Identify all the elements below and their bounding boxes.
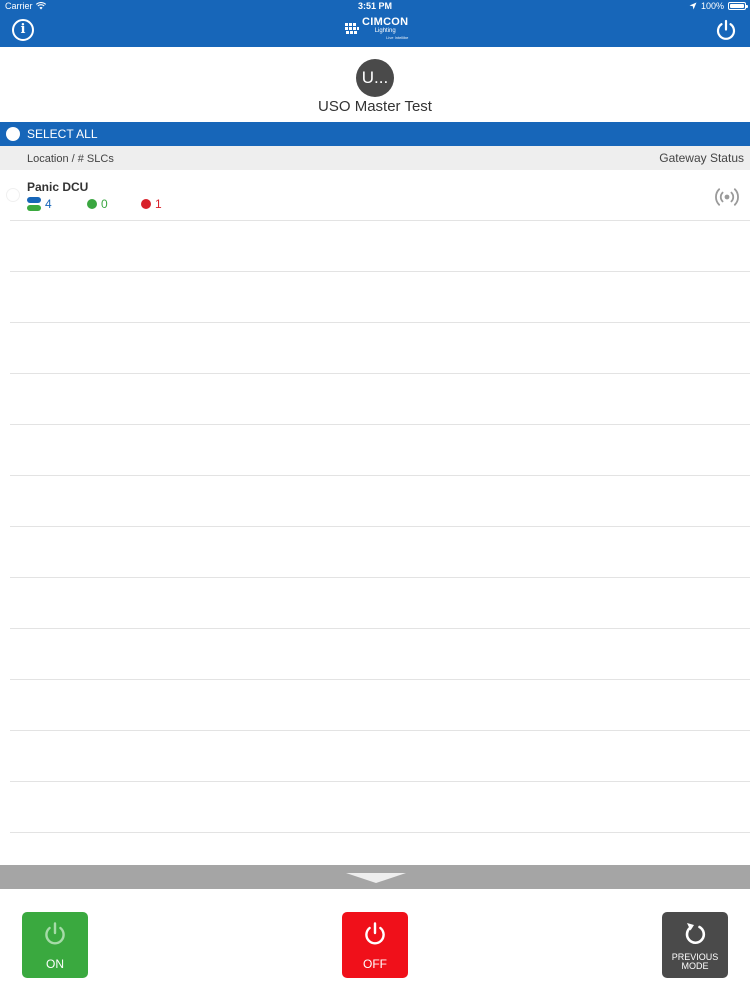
cimcon-logo: CIMCON Lighting Live Intellibe xyxy=(344,17,408,41)
on-slc-stat: 0 xyxy=(87,197,141,211)
empty-list-row xyxy=(0,323,750,374)
on-status-dot-icon xyxy=(87,199,97,209)
on-slc-count: 0 xyxy=(101,197,108,211)
empty-list-row xyxy=(0,680,750,731)
on-button[interactable]: ON xyxy=(22,912,88,978)
battery-icon xyxy=(728,2,748,10)
nav-bar: i CIMCON Lighting Live Intellibe xyxy=(0,14,750,47)
location-arrow-icon xyxy=(689,2,697,10)
logo-brand: CIMCON xyxy=(362,16,409,28)
table-header: Location / # SLCs Gateway Status xyxy=(0,146,750,170)
action-bar: ON OFF PREVIOUS MODE xyxy=(0,889,750,1000)
empty-list-row xyxy=(0,527,750,578)
empty-list-row xyxy=(0,425,750,476)
app-screen: Carrier 3:51 PM 100% i CIMCON Lighting L… xyxy=(0,0,750,1000)
select-all-bar[interactable]: SELECT ALL xyxy=(0,122,750,146)
empty-list-row xyxy=(0,221,750,272)
user-name: USO Master Test xyxy=(318,98,432,115)
off-slc-stat: 1 xyxy=(141,197,162,211)
power-on-icon xyxy=(45,922,65,945)
info-button[interactable]: i xyxy=(12,19,34,41)
logo-grid-icon xyxy=(345,23,359,34)
empty-list-row xyxy=(0,374,750,425)
on-button-label: ON xyxy=(46,957,64,971)
off-button-label: OFF xyxy=(363,957,387,971)
select-all-radio[interactable] xyxy=(6,127,20,141)
logo-sub: Lighting xyxy=(374,28,396,34)
previous-label-line2: MODE xyxy=(681,961,709,971)
previous-mode-label: PREVIOUS MODE xyxy=(662,953,728,971)
logo-tagline: Live Intellibe xyxy=(386,35,409,40)
empty-list-row xyxy=(0,782,750,833)
status-time: 3:51 PM xyxy=(357,1,392,11)
undo-rotate-icon xyxy=(685,923,706,944)
previous-mode-button[interactable]: PREVIOUS MODE xyxy=(662,912,728,978)
status-right: 100% xyxy=(689,1,748,11)
empty-list-row xyxy=(0,476,750,527)
total-slc-count: 4 xyxy=(45,197,52,211)
column-gateway-status: Gateway Status xyxy=(659,151,744,165)
user-header: U... USO Master Test xyxy=(0,47,750,122)
empty-list-row xyxy=(0,272,750,323)
battery-percent: 100% xyxy=(700,1,724,11)
list-item[interactable]: Panic DCU 4 0 1 xyxy=(0,170,750,221)
empty-list-row xyxy=(0,578,750,629)
logout-power-button[interactable] xyxy=(714,18,738,42)
avatar[interactable]: U... xyxy=(356,59,394,97)
off-status-dot-icon xyxy=(141,199,151,209)
status-bar: Carrier 3:51 PM 100% xyxy=(0,0,750,14)
collapse-arrow-icon[interactable] xyxy=(346,873,406,883)
select-all-label: SELECT ALL xyxy=(27,127,98,141)
off-slc-count: 1 xyxy=(155,197,162,211)
empty-list-row xyxy=(0,731,750,782)
row-select-radio[interactable] xyxy=(6,188,20,202)
power-off-icon xyxy=(365,922,385,945)
drawer-handle[interactable] xyxy=(0,865,750,889)
total-slc-stat: 4 xyxy=(27,197,87,211)
signal-broadcast-icon xyxy=(715,188,739,206)
off-button[interactable]: OFF xyxy=(342,912,408,978)
slc-stats: 4 0 1 xyxy=(27,197,162,211)
location-list: Panic DCU 4 0 1 xyxy=(0,170,750,833)
info-icon: i xyxy=(20,22,26,37)
empty-list-row xyxy=(0,629,750,680)
location-name: Panic DCU xyxy=(27,180,89,194)
column-location: Location / # SLCs xyxy=(27,153,114,165)
slc-total-icon xyxy=(27,197,41,211)
